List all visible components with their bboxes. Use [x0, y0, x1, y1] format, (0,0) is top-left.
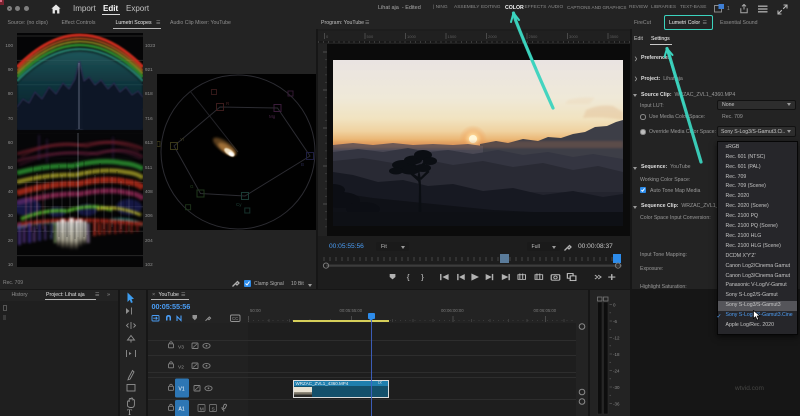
svg-text:-36: -36 [613, 402, 620, 407]
svg-text:S: S [212, 406, 215, 412]
svg-text:0: 0 [613, 303, 616, 308]
svg-text:V1: V1 [179, 387, 185, 393]
svg-text:Mg: Mg [269, 114, 276, 119]
svg-text:CC: CC [232, 316, 238, 321]
svg-text:00:05:55:00: 00:05:55:00 [340, 308, 363, 313]
svg-text:3000: 3000 [569, 34, 579, 39]
svg-text:{: { [407, 273, 410, 281]
svg-text:-30: -30 [613, 385, 620, 390]
svg-text:B: B [301, 162, 304, 167]
svg-text:V2: V2 [178, 365, 184, 371]
svg-text:2000: 2000 [488, 34, 498, 39]
svg-text:00:06:05:00: 00:06:05:00 [534, 308, 557, 313]
svg-text:-24: -24 [613, 369, 620, 374]
svg-text:50:00: 50:00 [250, 308, 261, 313]
svg-text:500: 500 [367, 34, 374, 39]
svg-text:00:06:00:00: 00:06:00:00 [441, 308, 464, 313]
svg-text:V3: V3 [178, 345, 184, 351]
svg-text:-6: -6 [613, 319, 617, 324]
svg-text:-18: -18 [613, 352, 620, 357]
svg-text:2500: 2500 [529, 34, 539, 39]
svg-text:3500: 3500 [610, 34, 620, 39]
svg-text:-12: -12 [613, 336, 620, 341]
svg-text:1000: 1000 [407, 34, 417, 39]
svg-text:Cy: Cy [236, 202, 242, 207]
svg-text:A1: A1 [179, 407, 185, 413]
svg-text:M: M [200, 406, 204, 412]
svg-text:1500: 1500 [448, 34, 458, 39]
svg-text:Yl: Yl [180, 137, 184, 142]
svg-text:}: } [421, 273, 424, 281]
svg-text:G: G [190, 184, 194, 189]
